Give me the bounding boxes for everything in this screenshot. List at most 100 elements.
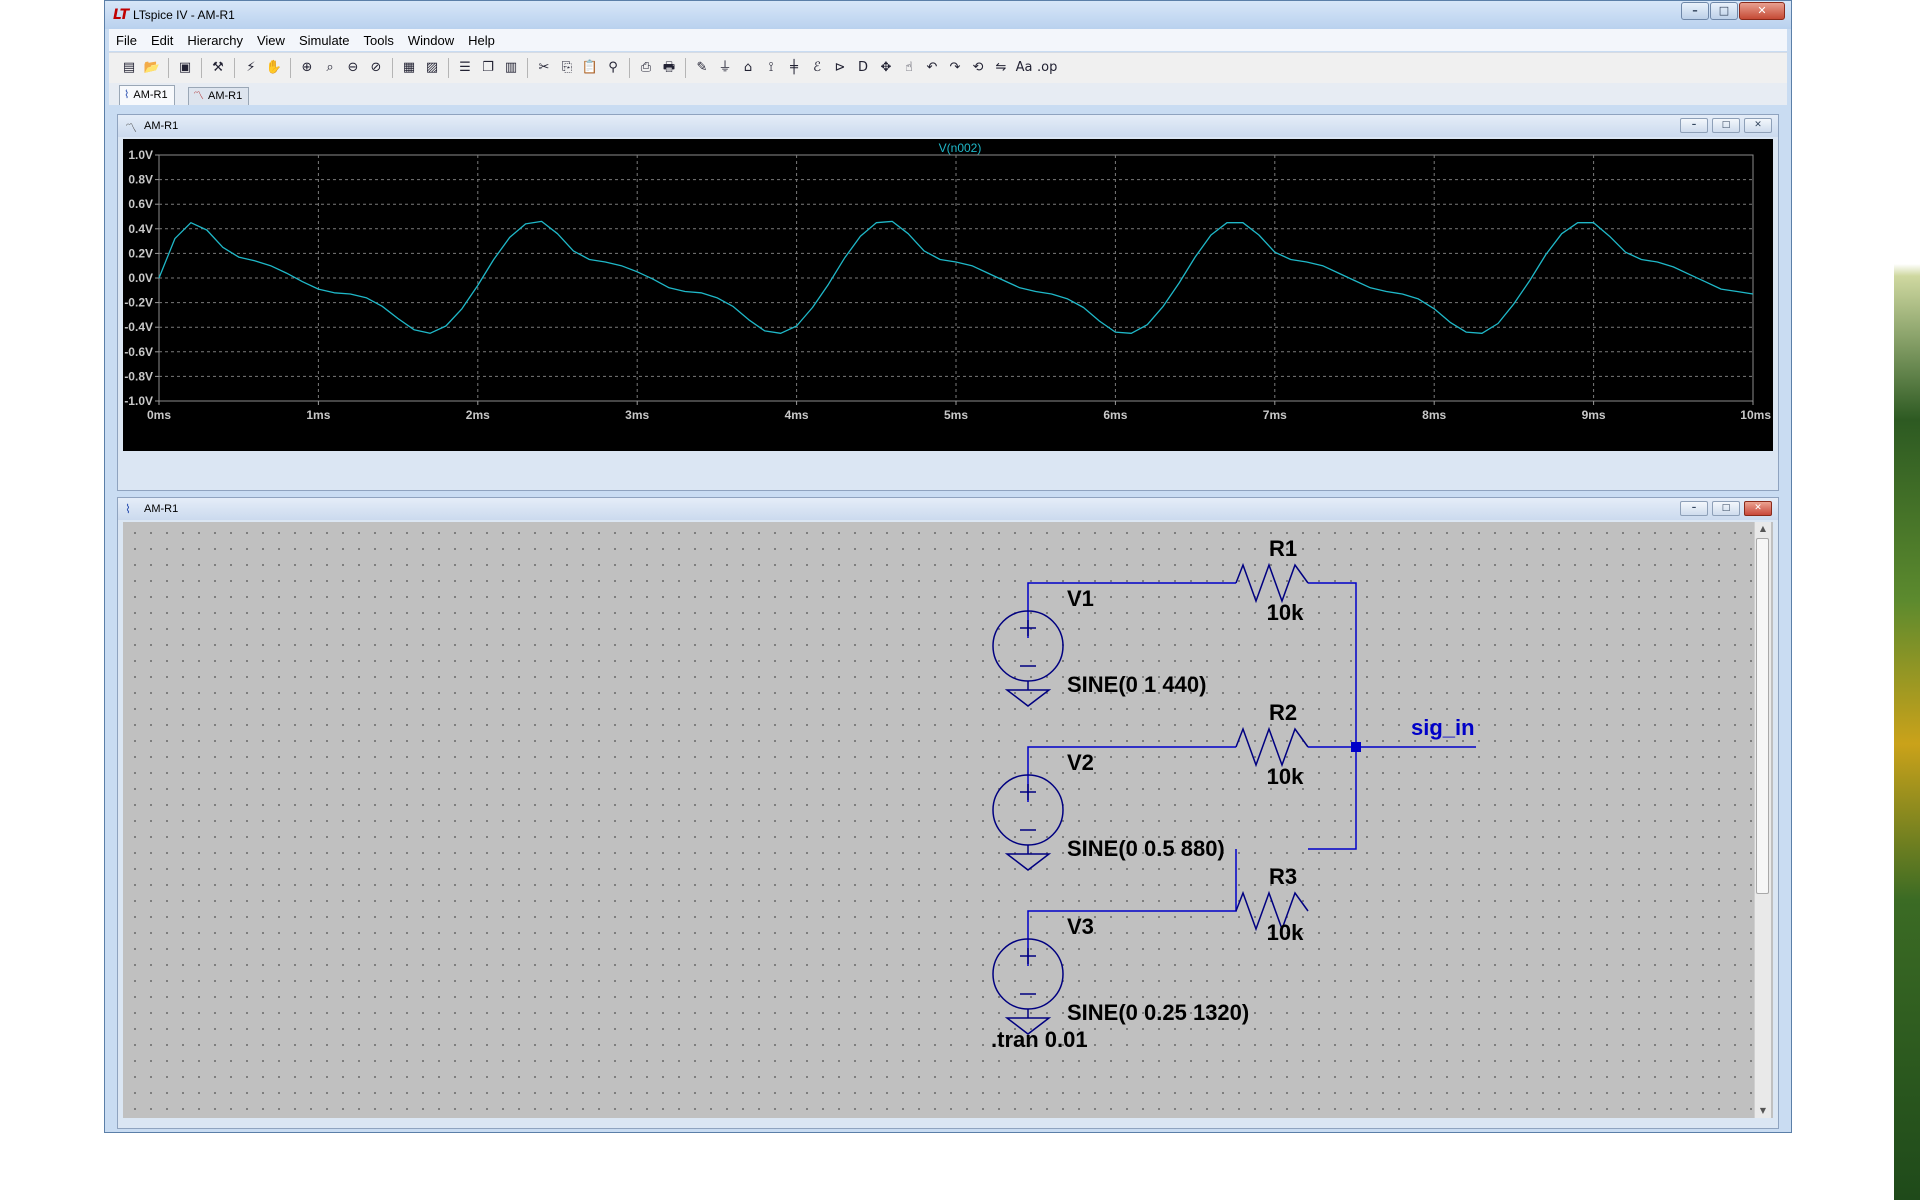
zoom-cancel-icon[interactable]: ⊘ [366, 58, 386, 78]
maximize-button[interactable]: □ [1710, 2, 1738, 20]
menu-hierarchy[interactable]: Hierarchy [180, 33, 250, 48]
find-icon[interactable]: ⚲ [603, 58, 623, 78]
run-icon[interactable]: ⚡ [241, 58, 261, 78]
tab-schematic[interactable]: ⌇ AM-R1 [119, 85, 175, 105]
x-tick-label: 4ms [785, 408, 809, 422]
spice-directive-icon[interactable]: .op [1037, 58, 1057, 78]
schematic-window-title-bar[interactable]: ⌇ AM-R1 – □ ✕ [118, 498, 1778, 520]
y-tick-label: 0.8V [128, 173, 153, 187]
x-tick-label: 10ms [1740, 408, 1771, 422]
save-icon[interactable]: ▣ [175, 58, 195, 78]
control-panel-icon[interactable]: ⚒ [208, 58, 228, 78]
x-tick-label: 7ms [1263, 408, 1287, 422]
r1-ref-label[interactable]: R1 [1269, 536, 1297, 561]
v2-ref-label[interactable]: V2 [1067, 750, 1094, 775]
menu-simulate[interactable]: Simulate [292, 33, 357, 48]
waveform-plot[interactable]: V(n002) 0ms 1ms 2ms 3ms 4ms 5ms 6ms 7ms 8ms 9ms 10… [123, 139, 1773, 451]
new-schematic-icon[interactable]: ▤ [119, 58, 139, 78]
drag-icon[interactable]: ☝ [899, 58, 919, 78]
open-icon[interactable]: 📂 [142, 58, 162, 78]
print-preview-icon[interactable]: ⎙ [636, 58, 656, 78]
menu-tools[interactable]: Tools [357, 33, 401, 48]
x-tick-label: 1ms [306, 408, 330, 422]
zoom-to-fit-icon[interactable]: ⌕ [320, 58, 340, 78]
toolbar-separator [392, 58, 393, 78]
zoom-out-icon[interactable]: ⊖ [343, 58, 363, 78]
menu-window[interactable]: Window [401, 33, 461, 48]
undo-icon[interactable]: ↶ [922, 58, 942, 78]
plot-close-button[interactable]: ✕ [1744, 118, 1772, 133]
resistor-r2[interactable] [1235, 726, 1309, 768]
close-button[interactable]: ✕ [1739, 2, 1785, 20]
redo-icon[interactable]: ↷ [945, 58, 965, 78]
inductor-icon[interactable]: ℰ [807, 58, 827, 78]
net-label-sig-in[interactable]: sig_in [1411, 715, 1475, 740]
voltage-source-v3[interactable] [992, 938, 1064, 1035]
r2-value-label[interactable]: 10k [1267, 764, 1304, 789]
autoscale-icon[interactable]: ▦ [399, 58, 419, 78]
halt-icon[interactable]: ✋ [264, 58, 284, 78]
tile-vertical-icon[interactable]: ▥ [501, 58, 521, 78]
capacitor-icon[interactable]: ╪ [784, 58, 804, 78]
r2-ref-label[interactable]: R2 [1269, 700, 1297, 725]
draw-wire-icon[interactable]: ✎ [692, 58, 712, 78]
ground-icon[interactable]: ⏚ [715, 58, 735, 78]
label-net-icon[interactable]: ⌂ [738, 58, 758, 78]
toolbar: ▤ 📂 ▣ ⚒ ⚡ ✋ ⊕ ⌕ ⊖ ⊘ ▦ ▨ ☰ ❐ ▥ ✂ ⎘ 📋 ⚲ ⎙ … [109, 52, 1787, 84]
zoom-in-icon[interactable]: ⊕ [297, 58, 317, 78]
tab-waveform[interactable]: 〽 AM-R1 [188, 87, 250, 105]
schematic-close-button[interactable]: ✕ [1744, 501, 1772, 516]
cut-icon[interactable]: ✂ [534, 58, 554, 78]
schematic-minimize-button[interactable]: – [1680, 501, 1708, 516]
wire-output-bus[interactable] [1308, 582, 1357, 850]
waveform-icon: 〽 [193, 90, 204, 102]
trace-name-label[interactable]: V(n002) [939, 141, 982, 155]
x-tick-label: 3ms [625, 408, 649, 422]
toolbar-separator [290, 58, 291, 78]
voltage-source-v1[interactable] [992, 610, 1064, 707]
resistor-r1[interactable] [1235, 562, 1309, 604]
r3-value-label[interactable]: 10k [1267, 920, 1304, 945]
menu-edit[interactable]: Edit [144, 33, 180, 48]
print-icon[interactable]: 🖶 [659, 58, 679, 78]
schematic-canvas[interactable]: R1 10k R2 10k R3 10k V1 SINE(0 1 440) V2… [123, 522, 1773, 1118]
ltspice-window: LT LTspice IV - AM-R1 – □ ✕ File Edit Hi… [104, 0, 1792, 1133]
waveform-icon: 〽 [125, 121, 138, 135]
plot-restore-button[interactable]: □ [1712, 118, 1740, 133]
scroll-up-icon[interactable]: ▲ [1755, 522, 1771, 536]
dc-op-icon[interactable]: ▨ [422, 58, 442, 78]
menu-file[interactable]: File [109, 33, 144, 48]
paste-icon[interactable]: 📋 [580, 58, 600, 78]
menu-view[interactable]: View [250, 33, 292, 48]
r1-value-label[interactable]: 10k [1267, 600, 1304, 625]
schematic-window: ⌇ AM-R1 – □ ✕ R1 10k R2 10k R3 10k V1 SI… [117, 497, 1779, 1129]
v1-ref-label[interactable]: V1 [1067, 586, 1094, 611]
diode-icon[interactable]: ⊳ [830, 58, 850, 78]
menu-help[interactable]: Help [461, 33, 502, 48]
copy-icon[interactable]: ⎘ [557, 58, 577, 78]
v3-value-label[interactable]: SINE(0 0.25 1320) [1067, 1000, 1249, 1025]
resistor-icon[interactable]: ⟟ [761, 58, 781, 78]
r3-ref-label[interactable]: R3 [1269, 864, 1297, 889]
voltage-source-v2[interactable] [992, 774, 1064, 871]
v1-value-label[interactable]: SINE(0 1 440) [1067, 672, 1206, 697]
cascade-icon[interactable]: ❐ [478, 58, 498, 78]
schematic-vertical-scrollbar[interactable]: ▲ ▼ [1754, 522, 1771, 1118]
title-bar[interactable]: LT LTspice IV - AM-R1 – □ ✕ [105, 1, 1791, 29]
v3-ref-label[interactable]: V3 [1067, 914, 1094, 939]
tile-horizontal-icon[interactable]: ☰ [455, 58, 475, 78]
plot-minimize-button[interactable]: – [1680, 118, 1708, 133]
text-icon[interactable]: Aa [1014, 58, 1034, 78]
wire-v3-r3[interactable] [1027, 849, 1237, 966]
spice-directive[interactable]: .tran 0.01 [991, 1027, 1088, 1052]
plot-window-title-bar[interactable]: 〽 AM-R1 – □ ✕ [118, 115, 1778, 137]
v2-value-label[interactable]: SINE(0 0.5 880) [1067, 836, 1225, 861]
schematic-restore-button[interactable]: □ [1712, 501, 1740, 516]
rotate-icon[interactable]: ⟲ [968, 58, 988, 78]
scrollbar-thumb[interactable] [1756, 538, 1769, 894]
scroll-down-icon[interactable]: ▼ [1755, 1104, 1771, 1118]
minimize-button[interactable]: – [1681, 2, 1709, 20]
mirror-icon[interactable]: ⇋ [991, 58, 1011, 78]
component-icon[interactable]: D [853, 58, 873, 78]
move-icon[interactable]: ✥ [876, 58, 896, 78]
